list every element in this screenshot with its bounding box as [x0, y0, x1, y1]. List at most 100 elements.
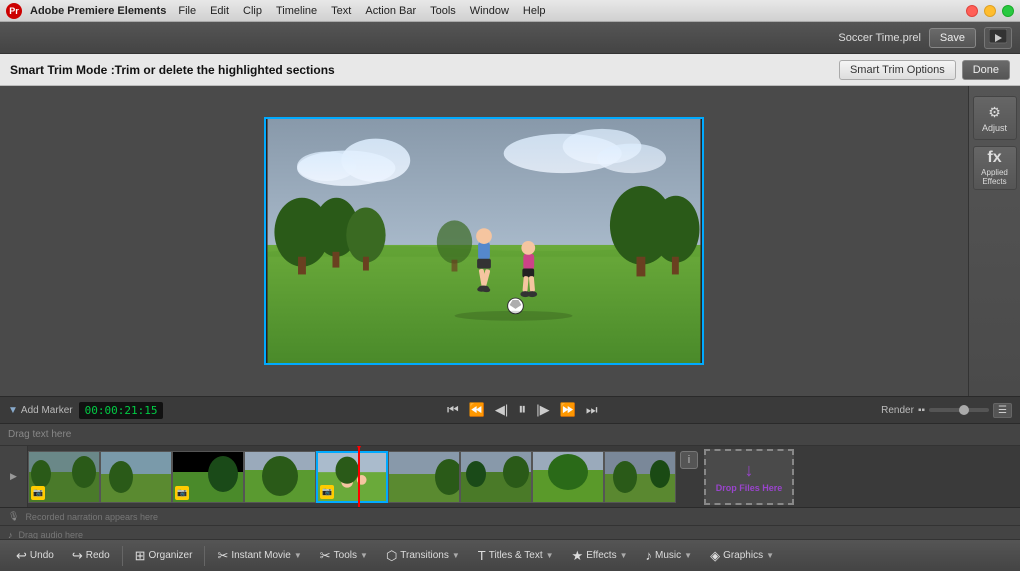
marker-arrow-icon: ▼: [8, 405, 18, 416]
titles-label: Titles & Text: [489, 550, 543, 561]
app-logo: Pr: [6, 3, 22, 19]
instant-movie-button[interactable]: ✂ Instant Movie ▼: [209, 545, 309, 567]
instant-movie-arrow: ▼: [294, 551, 302, 560]
menu-timeline[interactable]: Timeline: [276, 5, 317, 17]
go-end-button[interactable]: ⏭: [583, 400, 601, 420]
graphics-button[interactable]: ◈ Graphics ▼: [702, 545, 782, 567]
step-back-button[interactable]: ⏪: [466, 400, 488, 420]
titles-text-button[interactable]: T Titles & Text ▼: [470, 545, 562, 566]
narration-track: 🎙 Recorded narration appears here: [0, 508, 1020, 526]
drop-files-zone[interactable]: ↓ Drop Files Here: [704, 449, 794, 505]
film-thumb-6[interactable]: [388, 451, 460, 503]
titles-icon: T: [478, 548, 486, 563]
tools-arrow: ▼: [360, 551, 368, 560]
music-arrow: ▼: [684, 551, 692, 560]
divider-1: [122, 546, 123, 566]
smarttrim-title: Smart Trim Mode :Trim or delete the high…: [10, 63, 839, 77]
transport-bar: ▼ Add Marker 00:00:21:15 ⏮ ⏪ ◀| ⏸ |▶ ⏩ ⏭…: [0, 396, 1020, 424]
graphics-icon: ◈: [710, 548, 720, 564]
film-thumb-1[interactable]: 📷: [28, 451, 100, 503]
tools-icon: ✂: [320, 548, 331, 564]
playhead[interactable]: [358, 446, 360, 507]
divider-2: [204, 546, 205, 566]
video-track[interactable]: 📷 📷: [28, 446, 1020, 507]
film-thumb-9[interactable]: [604, 451, 676, 503]
video-track-container: ▶ 📷: [0, 446, 1020, 508]
render-menu-button[interactable]: ☰: [993, 403, 1012, 418]
menu-edit[interactable]: Edit: [210, 5, 229, 17]
video-frame: [264, 117, 704, 365]
minimize-button[interactable]: [984, 5, 996, 17]
narration-placeholder: Recorded narration appears here: [25, 512, 158, 522]
drop-files-label: Drop Files Here: [716, 483, 783, 493]
music-icon: ♪: [646, 548, 653, 563]
render-slider-thumb: [959, 405, 969, 415]
instant-movie-label: Instant Movie: [231, 550, 290, 561]
frame-fwd-button[interactable]: |▶: [533, 400, 552, 420]
tools-button[interactable]: ✂ Tools ▼: [312, 545, 376, 567]
transitions-button[interactable]: ⬡ Transitions ▼: [378, 545, 468, 567]
text-track: Drag text here: [0, 424, 1020, 446]
film-thumb-2[interactable]: [100, 451, 172, 503]
film-thumb-8[interactable]: [532, 451, 604, 503]
video-track-label: ▶: [0, 446, 28, 507]
workspace: ⚙ Adjust fx AppliedEffects: [0, 86, 1020, 396]
add-marker-button[interactable]: ▼ Add Marker: [8, 405, 73, 416]
adjust-icon: ⚙: [988, 104, 1001, 121]
adjust-button[interactable]: ⚙ Adjust: [973, 96, 1017, 140]
render-section: Render ▪▪ ☰: [881, 403, 1012, 418]
go-start-button[interactable]: ⏮: [444, 400, 462, 420]
effects-icon: ★: [572, 548, 584, 564]
share-icon[interactable]: [984, 27, 1012, 49]
film-thumb-3[interactable]: 📷: [172, 451, 244, 503]
smarttrim-bar: Smart Trim Mode :Trim or delete the high…: [0, 54, 1020, 86]
drop-arrow-icon: ↓: [745, 460, 754, 481]
menu-file[interactable]: File: [178, 5, 196, 17]
graphics-arrow: ▼: [766, 551, 774, 560]
undo-label: Undo: [30, 550, 54, 561]
preview-area: [0, 86, 968, 396]
transitions-icon: ⬡: [386, 548, 397, 564]
transport-controls: ⏮ ⏪ ◀| ⏸ |▶ ⏩ ⏭: [169, 399, 875, 421]
redo-button[interactable]: ↪ Redo: [64, 545, 118, 567]
track-info-icon[interactable]: i: [680, 451, 698, 469]
smarttrim-options-button[interactable]: Smart Trim Options: [839, 60, 956, 80]
menu-action-bar[interactable]: Action Bar: [365, 5, 416, 17]
menu-help[interactable]: Help: [523, 5, 546, 17]
undo-icon: ↩: [16, 548, 27, 564]
frame-back-button[interactable]: ◀|: [492, 400, 511, 420]
effects-label: Effects: [586, 550, 616, 561]
menu-clip[interactable]: Clip: [243, 5, 262, 17]
titles-arrow: ▼: [546, 551, 554, 560]
text-track-placeholder: Drag text here: [8, 429, 71, 440]
instant-movie-icon: ✂: [217, 548, 228, 564]
menu-items: File Edit Clip Timeline Text Action Bar …: [178, 5, 966, 17]
music-button[interactable]: ♪ Music ▼: [638, 545, 701, 566]
step-fwd-button[interactable]: ⏩: [557, 400, 579, 420]
project-name: Soccer Time.prel: [8, 32, 921, 44]
play-pause-button[interactable]: ⏸: [515, 399, 529, 421]
film-thumb-5[interactable]: 📷: [316, 451, 388, 503]
redo-icon: ↪: [72, 548, 83, 564]
menu-tools[interactable]: Tools: [430, 5, 456, 17]
render-slider[interactable]: [929, 408, 989, 412]
close-button[interactable]: [966, 5, 978, 17]
titlebar: Soccer Time.prel Save: [0, 22, 1020, 54]
maximize-button[interactable]: [1002, 5, 1014, 17]
track-icon: ▶: [10, 471, 17, 482]
film-thumb-4[interactable]: [244, 451, 316, 503]
done-button[interactable]: Done: [962, 60, 1010, 80]
effects-button[interactable]: fx AppliedEffects: [973, 146, 1017, 190]
undo-button[interactable]: ↩ Undo: [8, 545, 62, 567]
add-marker-label: Add Marker: [21, 405, 73, 416]
menu-text[interactable]: Text: [331, 5, 351, 17]
menu-window[interactable]: Window: [470, 5, 509, 17]
organizer-icon: ⊞: [135, 548, 146, 564]
music-label: Music: [655, 550, 681, 561]
film-thumb-7[interactable]: [460, 451, 532, 503]
redo-label: Redo: [86, 550, 110, 561]
organizer-button[interactable]: ⊞ Organizer: [127, 545, 201, 567]
save-button[interactable]: Save: [929, 28, 976, 48]
film-strip: 📷 📷: [28, 449, 794, 505]
effects-button[interactable]: ★ Effects ▼: [564, 545, 636, 567]
